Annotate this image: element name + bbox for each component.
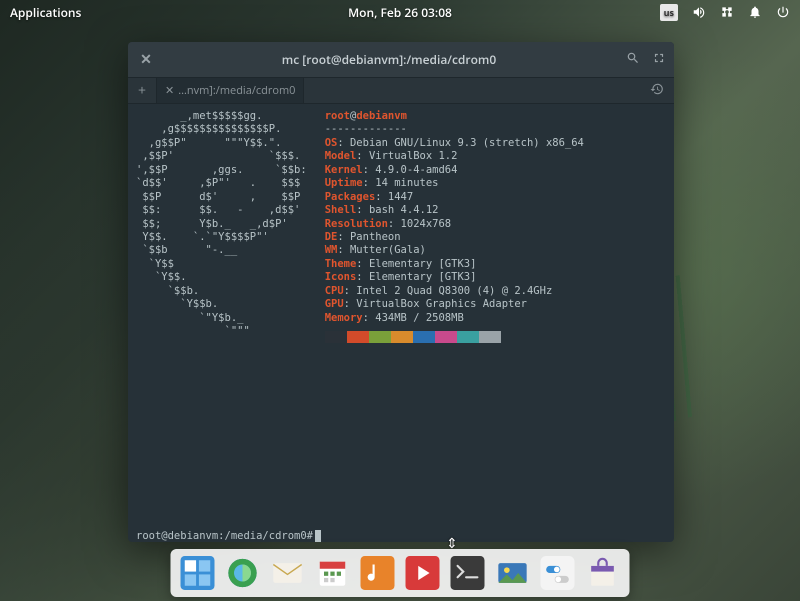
new-tab-button[interactable]: + <box>128 81 156 100</box>
tab-close-icon[interactable]: ✕ <box>165 83 174 98</box>
dock-item-software-center[interactable] <box>584 554 622 592</box>
maximize-icon[interactable] <box>652 51 666 69</box>
dock <box>171 549 630 597</box>
terminal-tab[interactable]: ✕ ...nvm]:/media/cdrom0 <box>156 78 304 103</box>
applications-menu[interactable]: Applications <box>10 4 81 21</box>
dock-item-videos[interactable] <box>404 554 442 592</box>
color-swatch <box>391 331 413 343</box>
window-titlebar[interactable]: ✕ mc [root@debianvm]:/media/cdrom0 <box>128 42 674 78</box>
dock-item-photos[interactable] <box>494 554 532 592</box>
clock[interactable]: Mon, Feb 26 03:08 <box>348 4 452 21</box>
dock-item-terminal[interactable] <box>449 554 487 592</box>
neofetch-info: root@debianvm ------------- OS: Debian G… <box>325 110 584 520</box>
volume-icon[interactable] <box>692 5 706 19</box>
system-tray: us <box>660 4 790 21</box>
search-icon[interactable] <box>626 51 640 69</box>
window-title: mc [root@debianvm]:/media/cdrom0 <box>164 51 674 68</box>
dock-item-web-browser[interactable] <box>224 554 262 592</box>
network-icon[interactable] <box>720 5 734 19</box>
terminal-tabbar: + ✕ ...nvm]:/media/cdrom0 <box>128 78 674 104</box>
history-icon[interactable] <box>650 82 664 100</box>
color-swatch <box>435 331 457 343</box>
dock-item-multitasking[interactable] <box>179 554 217 592</box>
power-icon[interactable] <box>776 5 790 19</box>
terminal-window: ✕ mc [root@debianvm]:/media/cdrom0 + ✕ .… <box>128 42 674 542</box>
color-swatch <box>479 331 501 343</box>
color-swatches <box>325 331 584 343</box>
dock-item-system-settings[interactable] <box>539 554 577 592</box>
color-swatch <box>325 331 347 343</box>
notifications-icon[interactable] <box>748 5 762 19</box>
keyboard-indicator[interactable]: us <box>660 4 678 21</box>
dock-item-calendar[interactable] <box>314 554 352 592</box>
close-icon[interactable]: ✕ <box>128 50 164 69</box>
color-swatch <box>369 331 391 343</box>
ascii-logo: _,met$$$$$gg. ,g$$$$$$$$$$$$$$$P. ,g$$P"… <box>136 110 307 520</box>
top-panel: Applications Mon, Feb 26 03:08 us <box>0 0 800 24</box>
dock-item-mail[interactable] <box>269 554 307 592</box>
terminal-content[interactable]: _,met$$$$$gg. ,g$$$$$$$$$$$$$$$P. ,g$$P"… <box>128 104 674 526</box>
tab-label: ...nvm]:/media/cdrom0 <box>178 83 295 98</box>
terminal-prompt[interactable]: root@debianvm:/media/cdrom0# <box>128 526 674 542</box>
color-swatch <box>347 331 369 343</box>
cursor <box>315 530 321 542</box>
dock-item-music[interactable] <box>359 554 397 592</box>
color-swatch <box>413 331 435 343</box>
color-swatch <box>457 331 479 343</box>
